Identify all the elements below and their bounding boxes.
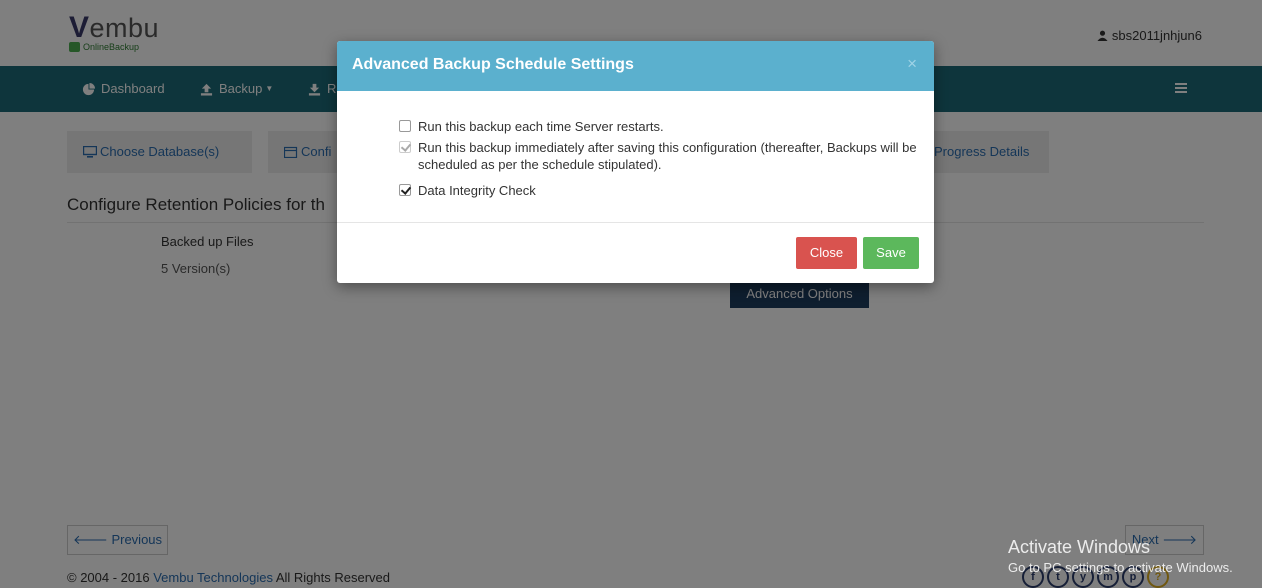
option-data-integrity[interactable]: Data Integrity Check [399, 182, 536, 199]
option-run-immediately: Run this backup immediately after saving… [399, 139, 919, 173]
data-integrity-label: Data Integrity Check [418, 183, 536, 198]
windows-activation-watermark: Activate Windows [1008, 537, 1151, 557]
run-immediately-checkbox [399, 141, 411, 153]
run-immediately-label: Run this backup immediately after saving… [418, 140, 917, 172]
option-run-on-restart[interactable]: Run this backup each time Server restart… [399, 118, 664, 135]
close-icon[interactable]: × [907, 54, 917, 74]
close-button[interactable]: Close [796, 237, 857, 269]
run-on-restart-checkbox[interactable] [399, 120, 411, 132]
dialog-title: Advanced Backup Schedule Settings [352, 56, 634, 73]
data-integrity-checkbox[interactable] [399, 184, 411, 196]
run-on-restart-label: Run this backup each time Server restart… [418, 119, 664, 134]
windows-activation-hint: Go to PC settings to activate Windows. [1008, 560, 1233, 575]
save-button[interactable]: Save [863, 237, 919, 269]
dialog-body: Run this backup each time Server restart… [337, 91, 934, 222]
advanced-backup-schedule-dialog: Advanced Backup Schedule Settings × Run … [337, 41, 934, 283]
dialog-divider [337, 222, 934, 223]
dialog-header: Advanced Backup Schedule Settings × [337, 41, 934, 91]
